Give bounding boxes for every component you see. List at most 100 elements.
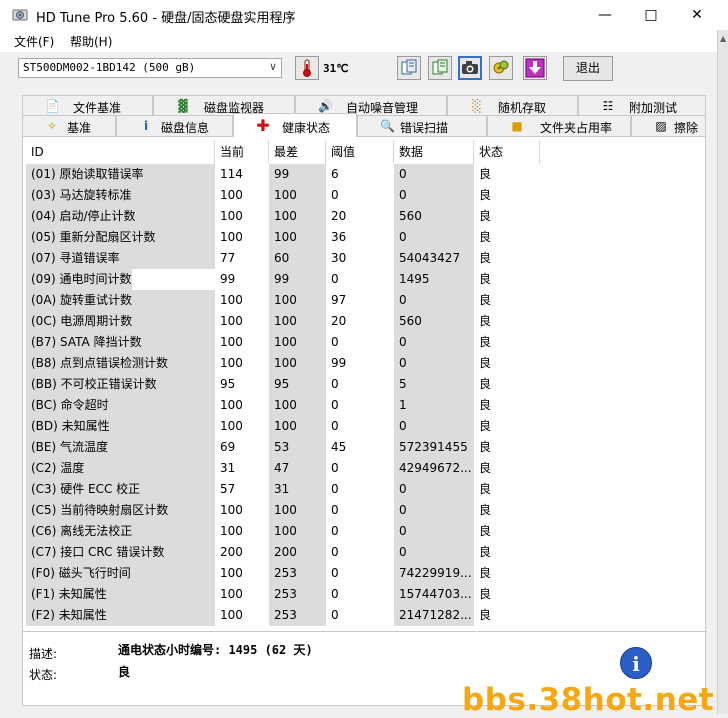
minimize-icon: — [598, 7, 612, 23]
table-row[interactable]: (F0) 磁头飞行时间 100 253 0 74229919... 良 [26, 563, 702, 584]
tab-label: 擦除 [674, 121, 699, 135]
info-i-icon: i [143, 119, 149, 133]
table-row[interactable]: (C7) 接口 CRC 错误计数 200 200 0 0 良 [26, 542, 702, 563]
cell-threshold: 36 [331, 230, 347, 244]
close-button[interactable]: ✕ [674, 0, 720, 30]
cell-current: 100 [220, 419, 243, 433]
cell-threshold: 0 [331, 608, 339, 622]
tab-random-access[interactable]: ░ 随机存取 [447, 95, 578, 116]
folder-icon: ■ [511, 119, 523, 133]
cell-worst: 253 [269, 605, 326, 626]
cell-attribute: (0C) 电源周期计数 [26, 311, 215, 332]
table-row[interactable]: (C6) 离线无法校正 100 100 0 0 良 [26, 521, 702, 542]
cell-threshold: 0 [331, 398, 339, 412]
table-row[interactable]: (09) 通电时间计数 99 99 0 1495 良 [26, 269, 702, 290]
col-header-current[interactable]: 当前 [215, 140, 269, 164]
cell-current: 100 [220, 293, 243, 307]
table-row[interactable]: (BB) 不可校正错误计数 95 95 0 5 良 [26, 374, 702, 395]
table-row[interactable]: (F2) 未知属性 100 253 0 21471282... 良 [26, 605, 702, 626]
tab-file-benchmark[interactable]: 📄 文件基准 [22, 95, 153, 116]
hdtune-app-icon [12, 9, 28, 21]
table-row[interactable]: (BD) 未知属性 100 100 0 0 良 [26, 416, 702, 437]
cell-status: 良 [479, 209, 492, 223]
table-row[interactable]: (C2) 温度 31 47 0 42949672... 良 [26, 458, 702, 479]
window-edge-scrollbar[interactable]: ▲ [717, 30, 728, 714]
cell-attribute: (BB) 不可校正错误计数 [26, 374, 215, 395]
cell-status: 良 [479, 503, 492, 517]
cell-attribute: (01) 原始读取错误率 [26, 164, 215, 185]
temperature-button[interactable] [295, 56, 319, 80]
magnifier-icon: 🔍 [380, 119, 395, 133]
cell-status: 良 [479, 566, 492, 580]
col-header-threshold[interactable]: 阈值 [326, 140, 394, 164]
table-row[interactable]: (B7) SATA 降挡计数 100 100 0 0 良 [26, 332, 702, 353]
tab-disk-info[interactable]: i 磁盘信息 [116, 115, 233, 136]
table-row[interactable]: (B8) 点到点错误检测计数 100 100 99 0 良 [26, 353, 702, 374]
col-header-data[interactable]: 数据 [394, 140, 474, 164]
cell-status: 良 [479, 272, 492, 286]
tab-benchmark[interactable]: ✧ 基准 [22, 115, 116, 136]
cell-attribute: (C7) 接口 CRC 错误计数 [26, 542, 215, 563]
cell-current: 95 [220, 377, 236, 391]
options-button[interactable] [489, 56, 513, 80]
screenshot-button[interactable] [458, 56, 482, 80]
menu-file[interactable]: 文件(F) [14, 33, 54, 50]
col-header-worst[interactable]: 最差 [269, 140, 326, 164]
cell-attribute: (F2) 未知属性 [26, 605, 215, 626]
tab-erase[interactable]: ▨ 擦除 [631, 115, 706, 136]
cell-threshold: 30 [331, 251, 347, 265]
tab-error-scan[interactable]: 🔍 错误扫描 [357, 115, 487, 136]
cell-threshold: 0 [331, 566, 339, 580]
cell-worst: 53 [269, 437, 326, 458]
table-row[interactable]: (0A) 旋转重试计数 100 100 97 0 良 [26, 290, 702, 311]
table-row[interactable]: (F1) 未知属性 100 253 0 15744703... 良 [26, 584, 702, 605]
maximize-button[interactable]: □ [628, 0, 674, 30]
table-row[interactable]: (0C) 电源周期计数 100 100 20 560 良 [26, 311, 702, 332]
cell-current: 77 [220, 251, 236, 265]
exit-button[interactable]: 退出 [563, 56, 613, 81]
cell-current: 100 [220, 314, 243, 328]
table-row[interactable]: (03) 马达旋转标准 100 100 0 0 良 [26, 185, 702, 206]
cell-threshold: 97 [331, 293, 347, 307]
tab-label: 文件基准 [73, 101, 122, 115]
scroll-up-arrow-icon[interactable]: ▲ [720, 34, 726, 43]
copy-all-button[interactable] [428, 56, 452, 80]
eraser-icon: ▨ [655, 119, 667, 133]
minimize-button[interactable]: — [582, 0, 628, 30]
col-header-id[interactable]: ID [26, 140, 215, 164]
cell-attribute: (C5) 当前待映射扇区计数 [26, 500, 215, 521]
cell-threshold: 0 [331, 335, 339, 349]
tab-health[interactable]: ✚ 健康状态 [233, 113, 357, 137]
cell-threshold: 6 [331, 167, 339, 181]
cell-current: 100 [220, 188, 243, 202]
menu-help[interactable]: 帮助(H) [70, 33, 112, 50]
drive-select[interactable]: ST500DM002-1BD142 (500 gB) ∨ [18, 58, 282, 78]
table-row[interactable]: (07) 寻道错误率 77 60 30 54043427 良 [26, 248, 702, 269]
tab-label: 文件夹占用率 [540, 121, 613, 135]
temperature-readout: 31℃ [323, 62, 349, 75]
cell-threshold: 99 [331, 356, 347, 370]
maximize-icon: □ [644, 7, 658, 23]
table-row[interactable]: (C3) 硬件 ECC 校正 57 31 0 0 良 [26, 479, 702, 500]
cell-threshold: 20 [331, 209, 347, 223]
col-header-status[interactable]: 状态 [474, 140, 540, 164]
table-row[interactable]: (BC) 命令超时 100 100 0 1 良 [26, 395, 702, 416]
cell-status: 良 [479, 461, 492, 475]
table-row[interactable]: (01) 原始读取错误率 114 99 6 0 良 [26, 164, 702, 185]
cell-current: 100 [220, 524, 243, 538]
table-row[interactable]: (C5) 当前待映射扇区计数 100 100 0 0 良 [26, 500, 702, 521]
save-button[interactable] [523, 56, 547, 80]
cell-current: 57 [220, 482, 236, 496]
table-row[interactable]: (04) 启动/停止计数 100 100 20 560 良 [26, 206, 702, 227]
cell-current: 100 [220, 398, 243, 412]
table-row[interactable]: (05) 重新分配扇区计数 100 100 36 0 良 [26, 227, 702, 248]
tab-folder-usage[interactable]: ■ 文件夹占用率 [487, 115, 631, 136]
cell-status: 良 [479, 167, 492, 181]
title-bar: HD Tune Pro 5.60 - 硬盘/固态硬盘实用程序 — □ ✕ [0, 0, 728, 30]
tab-extra-tests[interactable]: ☷ 附加测试 [578, 95, 706, 116]
table-row[interactable]: (BE) 气流温度 69 53 45 572391455 良 [26, 437, 702, 458]
cell-data: 560 [394, 311, 474, 332]
info-icon[interactable]: i [620, 647, 652, 679]
cell-data: 0 [394, 227, 474, 248]
copy-info-button[interactable] [397, 56, 421, 80]
